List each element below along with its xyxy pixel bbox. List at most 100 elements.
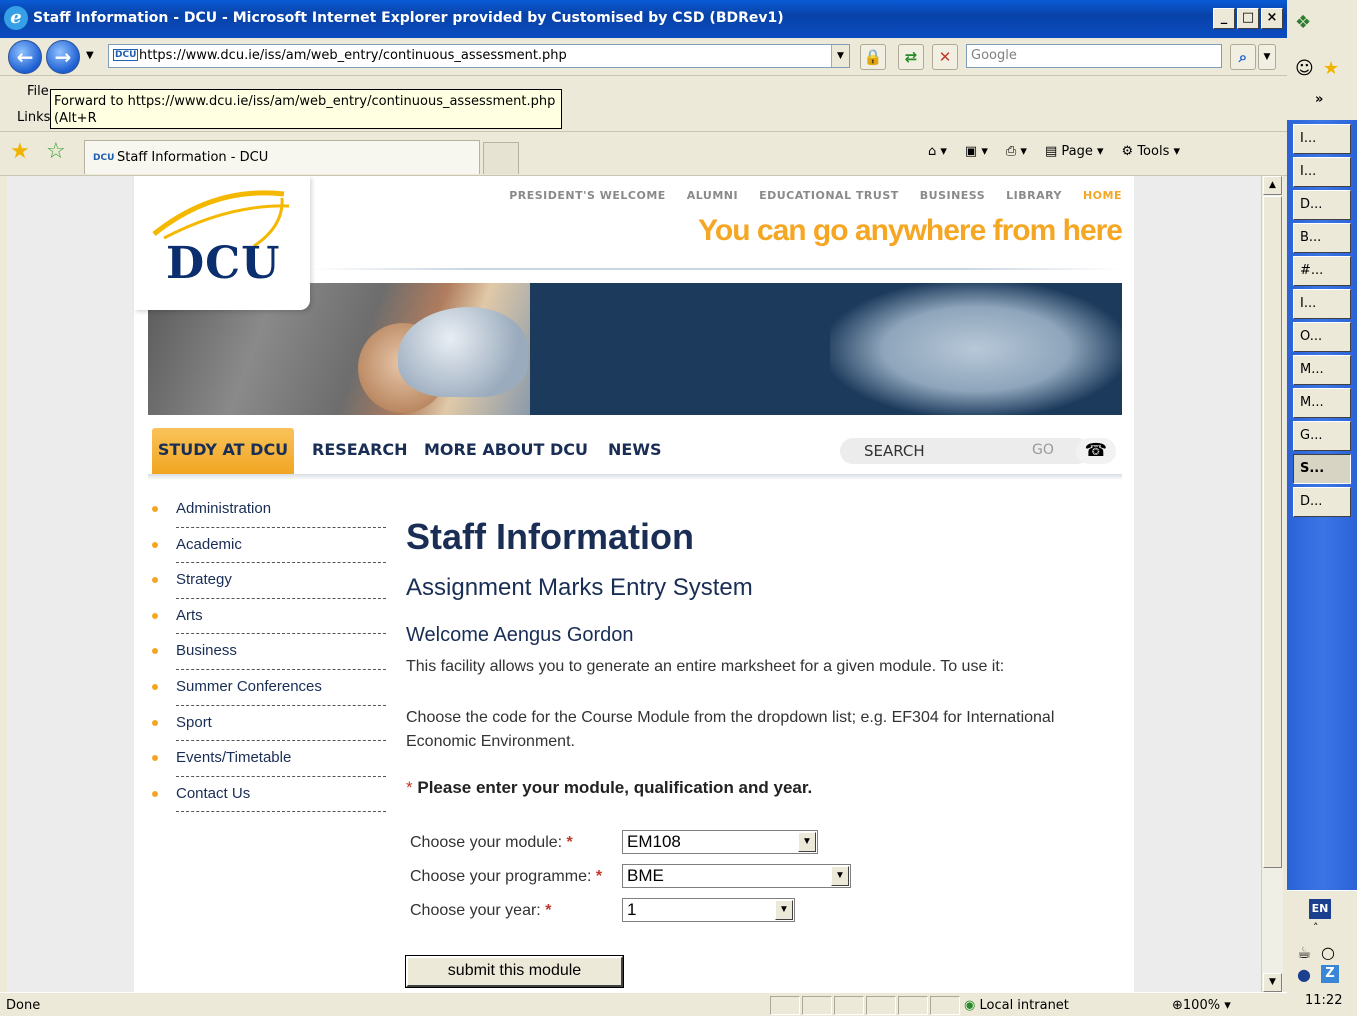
tray-bluetooth-icon[interactable]: ● — [1297, 965, 1311, 984]
page-title: Staff Information — [406, 516, 694, 557]
home-icon[interactable]: ⌂ ▾ — [928, 144, 947, 159]
stop-icon[interactable]: ✕ — [932, 44, 958, 70]
vertical-scrollbar[interactable]: ▲ ▼ — [1261, 176, 1283, 992]
nav-news[interactable]: NEWS — [608, 428, 662, 472]
tray-z-icon[interactable]: Z — [1321, 965, 1339, 983]
lock-icon[interactable]: 🔒 — [860, 44, 886, 70]
bullet-icon — [152, 790, 158, 797]
status-text: Done — [6, 998, 41, 1013]
favorites-star-icon[interactable]: ★ — [10, 140, 30, 164]
programme-select[interactable]: BME ▼ — [622, 864, 851, 888]
task-button[interactable]: I... — [1293, 157, 1351, 187]
address-dropdown-icon[interactable]: ▼ — [831, 45, 849, 67]
sidebar-item-label: Events/Timetable — [176, 749, 292, 767]
minimize-button[interactable]: _ — [1213, 8, 1235, 29]
chevron-right-icon[interactable]: » — [1315, 92, 1323, 107]
tab-staff-information[interactable]: DCU Staff Information - DCU — [84, 140, 480, 174]
nav-research[interactable]: RESEARCH — [312, 428, 408, 472]
forward-button[interactable]: → — [46, 40, 80, 74]
history-dropdown-icon[interactable]: ▼ — [86, 50, 94, 61]
scroll-down-icon[interactable]: ▼ — [1263, 973, 1282, 992]
task-button[interactable]: #... — [1293, 256, 1351, 286]
language-indicator[interactable]: EN — [1309, 899, 1331, 919]
back-button[interactable]: ← — [8, 40, 42, 74]
task-button[interactable]: O... — [1293, 322, 1351, 352]
year-label-text: Choose your year: — [410, 902, 541, 919]
task-button[interactable]: D... — [1293, 487, 1351, 517]
add-favorite-icon[interactable]: ☆ — [46, 140, 66, 164]
link-alumni[interactable]: ALUMNI — [687, 189, 738, 202]
address-bar[interactable]: DCU https://www.dcu.ie/iss/am/web_entry/… — [108, 44, 850, 68]
site-search-go-button[interactable]: GO — [1032, 442, 1054, 458]
intro-text: This facility allows you to generate an … — [406, 658, 1005, 675]
status-bar: Done ◉ Local intranet ⊕100% ▾ — [0, 992, 1287, 1016]
tray-chat-icon[interactable]: ○ — [1321, 943, 1335, 962]
chevron-down-icon[interactable]: ▼ — [831, 866, 849, 886]
refresh-icon[interactable]: ⇄ — [898, 44, 924, 70]
tools-menu[interactable]: ⚙ Tools ▾ — [1122, 144, 1181, 159]
task-button-active[interactable]: S... — [1293, 454, 1351, 484]
page-menu[interactable]: ▤ Page ▾ — [1045, 144, 1104, 159]
dcu-logo[interactable]: DCU — [134, 176, 310, 310]
clock[interactable]: 11:22 — [1305, 993, 1342, 1008]
quick-launch-icon[interactable]: ☺ — [1295, 58, 1314, 79]
nav-study-at-dcu[interactable]: STUDY AT DCU — [152, 428, 294, 476]
link-educational-trust[interactable]: EDUCATIONAL TRUST — [759, 189, 899, 202]
submit-module-button[interactable]: submit this module — [405, 955, 624, 988]
link-home[interactable]: HOME — [1083, 189, 1122, 202]
task-button[interactable]: I... — [1293, 124, 1351, 154]
search-input[interactable]: Google — [966, 44, 1222, 68]
chevron-up-icon[interactable]: ˄ — [1313, 921, 1319, 934]
task-button[interactable]: I... — [1293, 289, 1351, 319]
menu-file[interactable]: File — [27, 84, 49, 99]
new-tab-button[interactable] — [483, 142, 519, 174]
scroll-up-icon[interactable]: ▲ — [1263, 176, 1282, 195]
zoom-icon: ⊕ — [1172, 998, 1183, 1013]
module-label-text: Choose your module: — [410, 834, 563, 851]
chevron-down-icon[interactable]: ▼ — [798, 832, 816, 852]
search-options-icon[interactable]: ▼ — [1258, 44, 1276, 70]
task-button[interactable]: D... — [1293, 190, 1351, 220]
link-business[interactable]: BUSINESS — [920, 189, 985, 202]
site-search-input[interactable]: SEARCH GO — [840, 438, 1090, 464]
sidebar-item-business[interactable]: Business — [152, 634, 386, 670]
window-titlebar: e Staff Information - DCU - Microsoft In… — [0, 0, 1287, 38]
phone-icon[interactable]: ☎ — [1076, 438, 1116, 464]
required-asterisk: * — [595, 868, 603, 885]
tray-java-icon[interactable]: ☕ — [1297, 943, 1311, 962]
sidebar-item-contact-us[interactable]: Contact Us — [152, 777, 386, 813]
chevron-down-icon[interactable]: ▼ — [775, 900, 793, 920]
close-button[interactable]: × — [1261, 8, 1283, 29]
scrollbar-thumb[interactable] — [1263, 196, 1282, 868]
windows-start-icon[interactable]: ❖ — [1295, 12, 1311, 33]
search-icon[interactable]: ⌕ — [1230, 44, 1256, 70]
address-url[interactable]: https://www.dcu.ie/iss/am/web_entry/cont… — [139, 48, 567, 63]
task-button[interactable]: M... — [1293, 388, 1351, 418]
sidebar-item-administration[interactable]: Administration — [152, 492, 386, 528]
sidebar-item-strategy[interactable]: Strategy — [152, 563, 386, 599]
security-zone[interactable]: ◉ Local intranet — [964, 998, 1069, 1013]
status-segment — [930, 996, 960, 1015]
favorites-star-icon[interactable]: ★ — [1323, 58, 1339, 79]
links-bar-label[interactable]: Links — [17, 110, 50, 125]
status-segment — [898, 996, 928, 1015]
maximize-button[interactable]: □ — [1237, 8, 1259, 29]
link-library[interactable]: LIBRARY — [1006, 189, 1062, 202]
sidebar-item-sport[interactable]: Sport — [152, 706, 386, 742]
year-select[interactable]: 1 ▼ — [622, 898, 795, 922]
sidebar-item-events-timetable[interactable]: Events/Timetable — [152, 741, 386, 777]
task-button[interactable]: M... — [1293, 355, 1351, 385]
sidebar-item-academic[interactable]: Academic — [152, 528, 386, 564]
sidebar-item-arts[interactable]: Arts — [152, 599, 386, 635]
print-icon[interactable]: ⎙ ▾ — [1006, 144, 1027, 159]
address-toolbar: ← → ▼ DCU https://www.dcu.ie/iss/am/web_… — [0, 38, 1287, 76]
zoom-level[interactable]: ⊕100% ▾ — [1172, 998, 1231, 1013]
nav-more-about-dcu[interactable]: MORE ABOUT DCU — [424, 428, 588, 472]
sidebar-item-summer-conferences[interactable]: Summer Conferences — [152, 670, 386, 706]
task-button[interactable]: B... — [1293, 223, 1351, 253]
task-button[interactable]: G... — [1293, 421, 1351, 451]
module-select[interactable]: EM108 ▼ — [622, 830, 818, 854]
link-presidents-welcome[interactable]: PRESIDENT'S WELCOME — [509, 189, 666, 202]
year-select-value: 1 — [627, 900, 637, 919]
feeds-icon[interactable]: ▣ ▾ — [965, 144, 988, 159]
